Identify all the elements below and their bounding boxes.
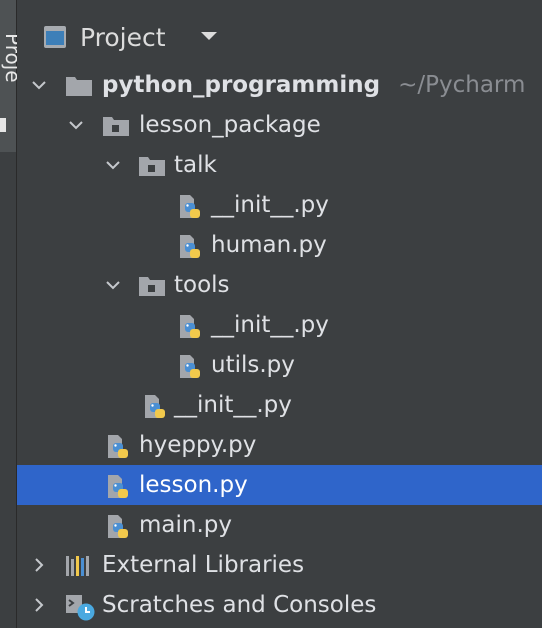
- tree-label-file: utils.py: [211, 352, 295, 378]
- tree-label-scratches: Scratches and Consoles: [102, 592, 377, 618]
- python-file-icon: [177, 234, 205, 258]
- tree-label-file: lesson.py: [139, 472, 248, 498]
- collapse-arrow-icon[interactable]: [31, 597, 47, 613]
- tree-row-utils[interactable]: utils.py: [17, 345, 542, 385]
- python-file-icon: [142, 394, 170, 418]
- project-name: python_programming: [102, 72, 381, 98]
- tree-row-root[interactable]: python_programming ~/Pycharm: [17, 65, 542, 105]
- tree-row-tools[interactable]: tools: [17, 265, 542, 305]
- expand-arrow-icon[interactable]: [105, 157, 121, 173]
- project-panel-header: Project: [17, 0, 542, 65]
- expand-arrow-icon[interactable]: [105, 277, 121, 293]
- tree-row-talk-init[interactable]: __init__.py: [17, 185, 542, 225]
- tree-row-external-libraries[interactable]: External Libraries: [17, 545, 542, 585]
- tree-row-scratches[interactable]: Scratches and Consoles: [17, 585, 542, 625]
- tree-row-lesson-package[interactable]: lesson_package: [17, 105, 542, 145]
- expand-arrow-icon[interactable]: [68, 117, 84, 133]
- tree-label-external-libraries: External Libraries: [102, 552, 305, 578]
- tree-row-hyeppy[interactable]: hyeppy.py: [17, 425, 542, 465]
- collapse-arrow-icon[interactable]: [31, 557, 47, 573]
- tree-label-talk: talk: [174, 152, 217, 178]
- tree-label-file: __init__.py: [211, 192, 329, 218]
- python-file-icon: [105, 514, 133, 538]
- tree-row-human[interactable]: human.py: [17, 225, 542, 265]
- tree-label-file: __init__.py: [174, 392, 292, 418]
- view-dropdown-chevron-icon[interactable]: [201, 32, 217, 40]
- project-tool-window-tab[interactable]: Proje: [0, 0, 22, 152]
- python-file-icon: [177, 194, 205, 218]
- scratches-icon: [65, 594, 95, 621]
- python-file-icon: [105, 474, 133, 498]
- tree-label-file: __init__.py: [211, 312, 329, 338]
- project-tree: python_programming ~/Pycharm lesson_packa…: [17, 64, 542, 628]
- tree-row-talk[interactable]: talk: [17, 145, 542, 185]
- libraries-icon: [65, 554, 93, 578]
- tree-label-file: hyeppy.py: [139, 432, 257, 458]
- tree-label-tools: tools: [174, 272, 230, 298]
- tree-label-file: human.py: [211, 232, 327, 258]
- tree-row-package-init[interactable]: __init__.py: [17, 385, 542, 425]
- python-file-icon: [105, 434, 133, 458]
- tree-row-main[interactable]: main.py: [17, 505, 542, 545]
- project-path: ~/Pycharm: [398, 72, 526, 98]
- tree-row-lesson[interactable]: lesson.py: [17, 465, 542, 505]
- expand-arrow-icon[interactable]: [31, 77, 47, 93]
- python-file-icon: [177, 354, 205, 378]
- tree-row-tools-init[interactable]: __init__.py: [17, 305, 542, 345]
- tab-marker-icon: [0, 118, 6, 132]
- tree-label-root: python_programming ~/Pycharm: [102, 68, 525, 102]
- package-icon: [102, 114, 130, 138]
- tree-label-lesson-package: lesson_package: [139, 112, 321, 138]
- python-file-icon: [177, 314, 205, 338]
- package-icon: [138, 154, 166, 178]
- tool-window-strip: Proje: [0, 0, 22, 628]
- project-view-icon: [43, 25, 67, 49]
- tree-label-file: main.py: [139, 512, 232, 538]
- panel-title[interactable]: Project: [80, 22, 166, 54]
- package-icon: [138, 274, 166, 298]
- folder-icon: [65, 74, 93, 98]
